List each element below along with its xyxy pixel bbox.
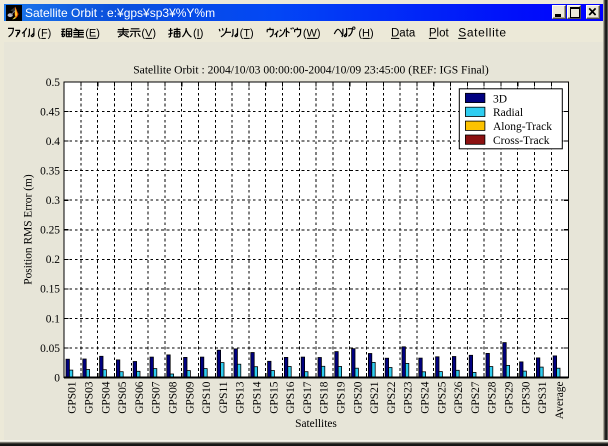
svg-text:GPS28: GPS28	[487, 381, 499, 414]
svg-text:GPS27: GPS27	[470, 381, 482, 414]
svg-text:(T): (T)	[240, 28, 254, 40]
svg-text:(H): (H)	[358, 28, 373, 40]
svg-text:(F): (F)	[37, 28, 51, 40]
svg-text:GPS10: GPS10	[201, 381, 213, 414]
svg-text:GPS08: GPS08	[168, 381, 180, 414]
svg-text:0.5: 0.5	[46, 77, 61, 89]
svg-text:GPS09: GPS09	[184, 381, 196, 414]
svg-text:0.25: 0.25	[40, 225, 60, 237]
svg-text:GPS30: GPS30	[520, 381, 532, 414]
svg-text:0.45: 0.45	[40, 107, 60, 119]
svg-text:GPS03: GPS03	[84, 381, 96, 414]
svg-text:GPS15: GPS15	[268, 381, 280, 414]
svg-text:Along-Track: Along-Track	[493, 121, 552, 133]
svg-text:(W): (W)	[303, 28, 321, 40]
svg-text:(V): (V)	[141, 28, 156, 40]
svg-text:GPS29: GPS29	[504, 381, 516, 414]
svg-text:GPS23: GPS23	[403, 381, 415, 414]
svg-text:0.3: 0.3	[46, 195, 61, 207]
svg-text:GPS19: GPS19	[336, 381, 348, 414]
svg-text:GPS31: GPS31	[537, 381, 549, 414]
svg-text:0.35: 0.35	[40, 166, 60, 178]
svg-text:GPS16: GPS16	[285, 381, 297, 414]
svg-text:Average: Average	[554, 382, 566, 420]
svg-text:GPS06: GPS06	[134, 381, 146, 414]
svg-text:GPS14: GPS14	[252, 381, 264, 414]
svg-text:Satellite: Satellite	[458, 26, 507, 40]
svg-text:GPS24: GPS24	[420, 381, 432, 414]
svg-text:GPS17: GPS17	[302, 381, 314, 414]
svg-text:0.2: 0.2	[46, 254, 61, 266]
svg-text:GPS26: GPS26	[453, 381, 465, 414]
svg-text:GPS07: GPS07	[151, 381, 163, 414]
svg-text:GPS25: GPS25	[436, 381, 448, 414]
svg-text:Cross-Track: Cross-Track	[493, 135, 550, 147]
svg-text:3D: 3D	[493, 93, 507, 105]
svg-text:Radial: Radial	[493, 107, 523, 119]
svg-text:GPS13: GPS13	[235, 381, 247, 414]
svg-text:0.15: 0.15	[40, 284, 60, 296]
svg-text:GPS20: GPS20	[352, 381, 364, 414]
svg-text:Satellites: Satellites	[295, 418, 337, 430]
svg-text:(E): (E)	[85, 28, 100, 40]
svg-text:GPS18: GPS18	[319, 381, 331, 414]
svg-text:0: 0	[54, 372, 60, 384]
svg-text:Data: Data	[391, 28, 416, 40]
svg-text:(I): (I)	[193, 28, 203, 40]
svg-text:0.4: 0.4	[46, 136, 61, 148]
svg-text:GPS21: GPS21	[369, 381, 381, 414]
svg-text:GPS22: GPS22	[386, 381, 398, 414]
svg-text:Plot: Plot	[429, 28, 450, 40]
svg-text:GPS04: GPS04	[100, 381, 112, 414]
svg-text:0.05: 0.05	[40, 343, 60, 355]
svg-text:GPS05: GPS05	[117, 381, 129, 414]
svg-text:Satellite Orbit : 2004/10/03 0: Satellite Orbit : 2004/10/03 00:00:00-20…	[133, 64, 489, 77]
svg-text:0.1: 0.1	[46, 313, 61, 325]
svg-text:GPS11: GPS11	[218, 381, 230, 413]
svg-text:Position RMS Error (m): Position RMS Error (m)	[23, 174, 35, 285]
svg-text:GPS01: GPS01	[67, 381, 79, 414]
